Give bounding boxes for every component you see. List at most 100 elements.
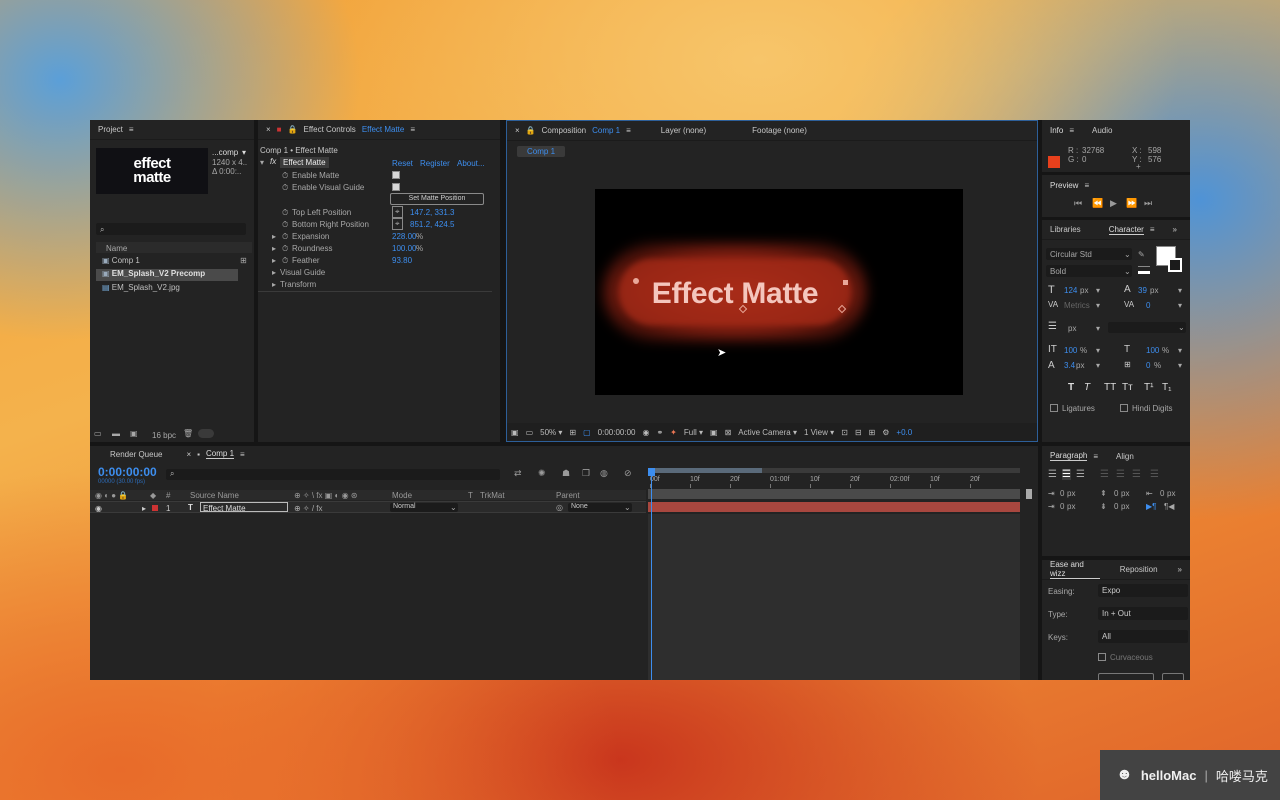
interpret-footage-icon[interactable]: ▭: [94, 429, 102, 438]
flowchart-icon[interactable]: ⊞: [240, 256, 247, 265]
font-size-arrow[interactable]: ▾: [1096, 286, 1100, 295]
align-right-icon[interactable]: ☰: [1076, 469, 1085, 480]
first-frame-icon[interactable]: ⏮: [1074, 198, 1082, 209]
comp-chip[interactable]: Comp 1: [517, 146, 566, 157]
character-tab[interactable]: Character: [1108, 225, 1144, 235]
panel-menu-icon[interactable]: ≡: [1084, 181, 1089, 190]
show-snapshot-icon[interactable]: ⚭: [656, 428, 663, 437]
faux-bold-icon[interactable]: T: [1068, 382, 1074, 393]
set-matte-position-button[interactable]: Set Matte Position: [390, 193, 484, 205]
libraries-tab[interactable]: Libraries: [1050, 225, 1081, 234]
feather-value[interactable]: 93.80: [392, 256, 412, 265]
settings-button[interactable]: [1162, 673, 1184, 680]
no-fill-icon[interactable]: [1138, 266, 1150, 274]
top-left-value[interactable]: 147.2, 331.3: [410, 208, 454, 217]
hindi-digits-checkbox[interactable]: [1120, 403, 1128, 412]
tsume-value[interactable]: 0: [1146, 361, 1150, 370]
panel-menu-icon[interactable]: ≡: [1069, 126, 1074, 135]
crosshair-icon[interactable]: ⌖: [392, 218, 403, 230]
crosshair-icon[interactable]: ⌖: [392, 206, 403, 218]
close-icon[interactable]: ×: [186, 450, 191, 459]
close-icon[interactable]: ×: [266, 125, 271, 134]
align-center-icon[interactable]: ☰: [1062, 469, 1071, 480]
stopwatch-icon[interactable]: ⏱: [282, 256, 288, 266]
all-caps-icon[interactable]: TT: [1104, 382, 1116, 393]
layer-duration-bar[interactable]: [648, 502, 1020, 512]
handle-top-left[interactable]: [633, 278, 639, 284]
layer-label-color[interactable]: [152, 505, 158, 511]
next-frame-icon[interactable]: ⏩: [1126, 198, 1137, 209]
prev-frame-icon[interactable]: ⏪: [1092, 198, 1103, 209]
layer-expand-arrow[interactable]: ▸: [142, 504, 146, 513]
bottom-right-value[interactable]: 851.2, 424.5: [410, 220, 454, 229]
easing-select[interactable]: Expo: [1098, 584, 1188, 597]
stopwatch-icon[interactable]: ⏱: [282, 232, 288, 242]
visibility-eye-icon[interactable]: ◉: [95, 504, 102, 513]
panel-menu-icon[interactable]: ≡: [626, 126, 631, 135]
roi-icon[interactable]: ▣: [710, 428, 718, 437]
ease-tab[interactable]: Ease and wizz: [1050, 560, 1100, 579]
playhead-handle[interactable]: [648, 468, 655, 476]
thumb-caption-arrow[interactable]: ▾: [242, 148, 246, 157]
layer-parent-select[interactable]: None: [568, 503, 632, 512]
layer-name[interactable]: Effect Matte: [200, 502, 288, 513]
panel-menu-icon[interactable]: ≡: [129, 125, 134, 134]
justify-center-icon[interactable]: ☰: [1116, 469, 1125, 480]
ligatures-checkbox[interactable]: [1050, 403, 1058, 412]
stopwatch-icon[interactable]: ⏱: [282, 171, 288, 181]
expansion-value[interactable]: 228.00: [392, 232, 416, 241]
lock-icon[interactable]: 🔒: [288, 125, 298, 134]
motion-blur-icon[interactable]: ◍: [600, 468, 608, 479]
info-tab[interactable]: Info: [1050, 126, 1063, 135]
fast-preview-icon[interactable]: ⚙: [882, 428, 889, 437]
zoom-select[interactable]: 50% ▾: [540, 428, 562, 437]
superscript-icon[interactable]: T¹: [1144, 382, 1153, 393]
register-link[interactable]: Register: [420, 159, 450, 168]
baseline-shift-arrow[interactable]: ▾: [1096, 361, 1100, 370]
align-left-icon[interactable]: ☰: [1048, 469, 1057, 480]
horizontal-scale-arrow[interactable]: ▾: [1178, 346, 1182, 355]
playhead[interactable]: [651, 470, 652, 680]
parent-arrow[interactable]: ⌄: [624, 503, 631, 512]
vertical-scale-value[interactable]: 100: [1064, 346, 1077, 355]
region-icon[interactable]: ⊞: [569, 428, 576, 437]
resolution-select[interactable]: Full ▾: [684, 428, 703, 437]
composition-tab-name[interactable]: Comp 1: [592, 126, 620, 135]
panel-menu-icon[interactable]: ≡: [1093, 452, 1098, 461]
stopwatch-icon[interactable]: ⏱: [282, 244, 288, 254]
timeline-empty-area[interactable]: [648, 514, 1020, 680]
render-queue-tab[interactable]: Render Queue: [110, 450, 162, 459]
tsume-arrow[interactable]: ▾: [1178, 361, 1182, 370]
reset-exposure-icon[interactable]: ⊟: [855, 428, 862, 437]
tracking-value[interactable]: 0: [1146, 301, 1150, 310]
layer-tab[interactable]: Layer (none): [661, 126, 706, 135]
mode-arrow[interactable]: ⌄: [450, 503, 457, 512]
indent-right-value[interactable]: 0: [1160, 489, 1164, 498]
audio-tab[interactable]: Audio: [1092, 126, 1112, 135]
panel-overflow-icon[interactable]: »: [1178, 565, 1182, 574]
pickwhip-icon[interactable]: ◎: [556, 503, 563, 512]
bpc-label[interactable]: 16 bpc: [152, 431, 176, 440]
font-style-arrow[interactable]: ⌄: [1124, 267, 1131, 276]
draft-3d-icon[interactable]: ✺: [538, 468, 546, 479]
ltr-direction-icon[interactable]: ▶¶: [1146, 502, 1156, 511]
effect-name[interactable]: Effect Matte: [280, 157, 329, 168]
camera-snapshot-icon[interactable]: ◉: [642, 428, 649, 437]
lock-icon[interactable]: 🔒: [526, 126, 536, 135]
transparency-icon[interactable]: ▢: [583, 428, 591, 437]
work-area-bar[interactable]: [648, 468, 762, 473]
stopwatch-icon[interactable]: ⏱: [282, 208, 288, 218]
small-caps-icon[interactable]: Tт: [1122, 382, 1133, 393]
time-ruler[interactable]: 00f 10f 20f 01:00f 10f 20f 02:00f 10f 20f: [648, 474, 1020, 488]
enable-matte-checkbox[interactable]: [392, 170, 400, 179]
align-tab[interactable]: Align: [1116, 452, 1134, 461]
panel-menu-icon[interactable]: ≡: [1150, 225, 1155, 234]
expand-arrow-icon[interactable]: ▸: [272, 268, 276, 277]
panel-menu-icon[interactable]: ≡: [240, 450, 245, 459]
lock-icon[interactable]: ■: [277, 125, 282, 134]
horizontal-scale-value[interactable]: 100: [1146, 346, 1159, 355]
close-icon[interactable]: ×: [515, 126, 520, 135]
paragraph-tab[interactable]: Paragraph: [1050, 451, 1088, 461]
reset-link[interactable]: Reset: [392, 159, 413, 168]
camera-select[interactable]: Active Camera ▾: [738, 428, 797, 437]
